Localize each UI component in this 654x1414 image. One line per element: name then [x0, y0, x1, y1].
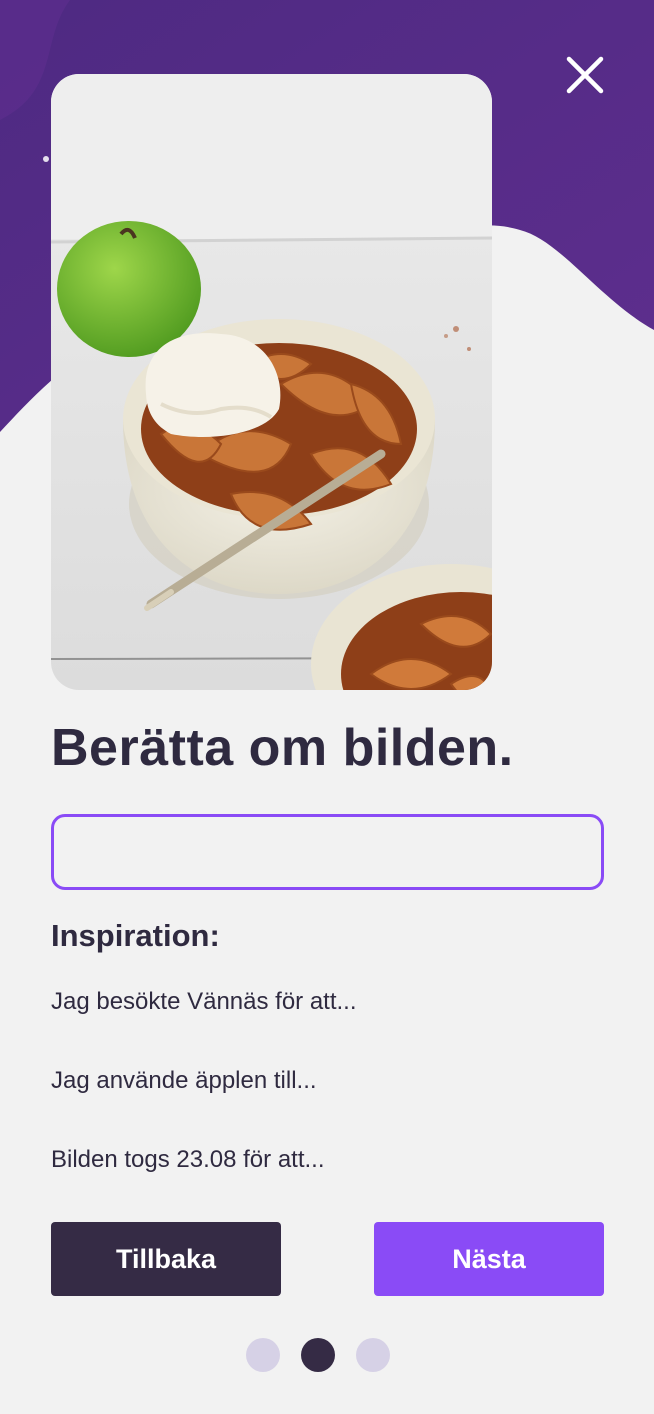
page-dot-active[interactable]	[301, 1338, 335, 1372]
close-icon	[566, 56, 604, 94]
inspiration-heading: Inspiration:	[51, 918, 220, 953]
next-button[interactable]: Nästa	[374, 1222, 604, 1296]
page-dot[interactable]	[246, 1338, 280, 1372]
back-button[interactable]: Tillbaka	[51, 1222, 281, 1296]
pagination-dots	[246, 1338, 390, 1372]
close-button[interactable]	[560, 50, 610, 100]
photo-card	[51, 74, 492, 690]
inspiration-suggestion[interactable]: Jag använde äpplen till...	[51, 1067, 317, 1095]
inspiration-suggestion[interactable]: Jag besökte Vännäs för att...	[51, 988, 357, 1016]
page-dot[interactable]	[356, 1338, 390, 1372]
page-title: Berätta om bilden.	[51, 719, 514, 777]
apple-dessert-photo	[51, 74, 492, 690]
inspiration-suggestion[interactable]: Bilden togs 23.08 för att...	[51, 1146, 325, 1174]
description-input[interactable]	[51, 814, 604, 890]
